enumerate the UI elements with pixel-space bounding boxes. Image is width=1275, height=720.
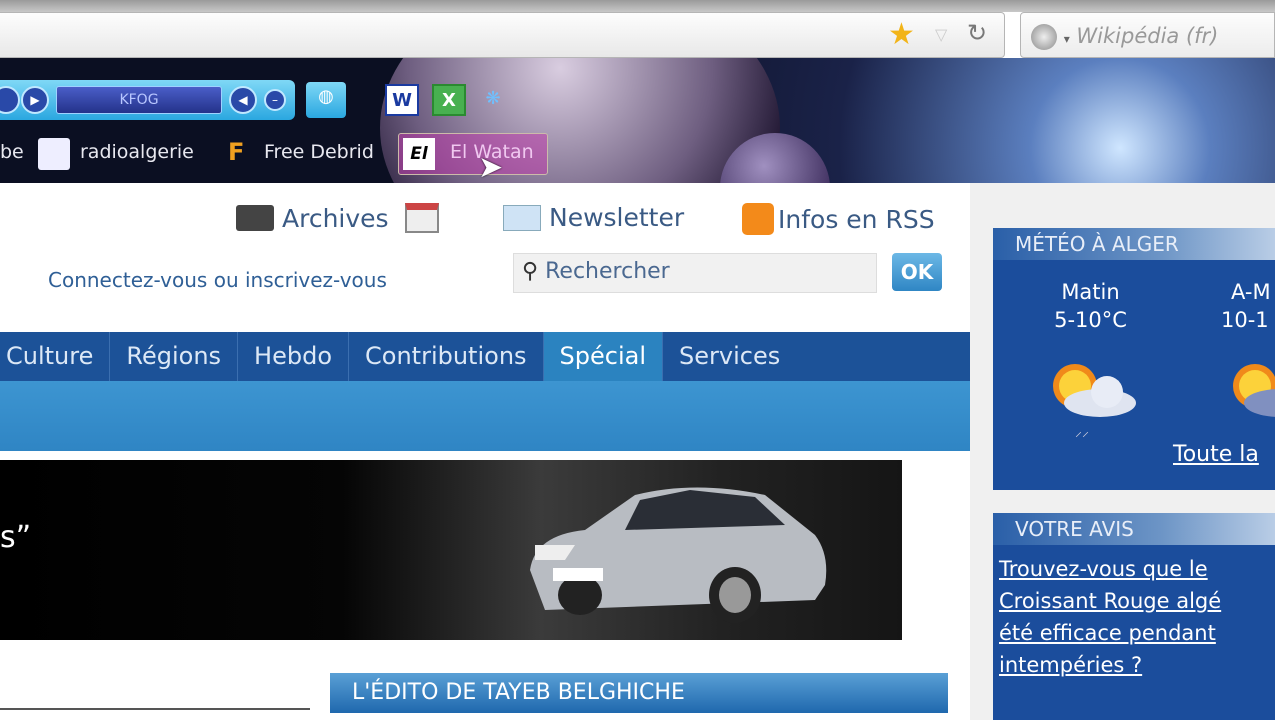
window-top (0, 0, 1275, 12)
nav-hebdo[interactable]: Hebdo (238, 332, 350, 381)
toolbar-area: ▶ KFOG ◀ – ◍ W X ❋ be radioalgerie F Fre… (0, 58, 1275, 183)
bookmark-radioalgerie[interactable]: radioalgerie (80, 141, 194, 163)
folder-icon (236, 205, 274, 231)
address-bar[interactable]: ★ ▽ ↻ (0, 12, 1005, 58)
search-ok-button[interactable]: OK (892, 253, 942, 291)
bookmark-free-debrid[interactable]: Free Debrid (264, 141, 374, 163)
wikipedia-icon (1031, 24, 1057, 50)
radioalgerie-icon (38, 138, 70, 170)
poll-line[interactable]: intempéries ? (993, 649, 1275, 681)
login-link[interactable]: Connectez-vous ou inscrivez-vous (48, 268, 387, 292)
main-nav: Culture Régions Hebdo Contributions Spéc… (0, 332, 970, 381)
volume-button[interactable]: ◀ (229, 86, 257, 114)
elwatan-icon: El (403, 138, 435, 170)
rss-icon (742, 203, 774, 235)
archives-link[interactable]: Archives (236, 203, 439, 233)
divider (0, 708, 310, 710)
period-temp: 10-1 (1221, 308, 1269, 332)
car-image (530, 487, 827, 623)
mouse-cursor-icon: ➤ (478, 150, 504, 183)
archives-label: Archives (282, 203, 389, 233)
poll-line[interactable]: été efficace pendant (993, 617, 1275, 649)
globe-icon[interactable]: ◍ (306, 82, 346, 118)
station-display[interactable]: KFOG (56, 86, 222, 114)
meteo-afternoon: A-M 10-1 (1213, 280, 1275, 332)
poll-question[interactable]: Trouvez-vous que le Croissant Rouge algé… (993, 545, 1275, 681)
sun-cloud-rain-icon (1233, 364, 1275, 417)
poll-line[interactable]: Croissant Rouge algé (993, 585, 1275, 617)
play-button[interactable]: ▶ (21, 86, 49, 114)
period-temp: 5-10°C (1054, 308, 1127, 332)
bookmark-be[interactable]: be (0, 141, 24, 163)
excel-icon[interactable]: X (432, 84, 466, 116)
meteo-more-link[interactable]: Toute la (1173, 442, 1259, 467)
calendar-icon[interactable] (404, 203, 439, 233)
chevron-down-icon[interactable]: ▾ (1064, 32, 1070, 46)
poll-widget: VOTRE AVIS Trouvez-vous que le Croissant… (993, 513, 1275, 720)
sub-nav (0, 381, 970, 451)
poll-title: VOTRE AVIS (993, 513, 1275, 545)
banner-quote: s” (0, 520, 32, 555)
envelope-icon (503, 204, 541, 231)
nav-regions[interactable]: Régions (110, 332, 239, 381)
nav-contributions[interactable]: Contributions (349, 332, 544, 381)
word-icon[interactable]: W (385, 84, 419, 116)
bookmark-star-icon[interactable]: ★ (888, 17, 915, 52)
search-engine-box[interactable]: ▾ Wikipédia (fr) (1020, 12, 1275, 58)
nav-services[interactable]: Services (663, 332, 796, 381)
messenger-icon[interactable]: ❋ (476, 84, 510, 116)
nav-culture[interactable]: Culture (0, 332, 111, 381)
reload-icon[interactable]: ↻ (967, 19, 987, 47)
minimize-player-button[interactable]: – (264, 89, 286, 111)
sun-cloud-rain-icon: ⸝⸝ (1053, 364, 1136, 438)
search-placeholder: Rechercher (545, 259, 670, 284)
rss-label: Infos en RSS (778, 204, 935, 234)
newsletter-link[interactable]: Newsletter (503, 203, 684, 232)
search-icon: ⚲ (522, 259, 539, 284)
meteo-morning: Matin 5-10°C (1033, 280, 1148, 332)
rss-link[interactable]: Infos en RSS (742, 203, 935, 235)
nav-special[interactable]: Spécial (543, 332, 664, 381)
dropdown-arrow-icon[interactable]: ▽ (935, 25, 947, 44)
search-engine-name: Wikipédia (fr) (1076, 24, 1219, 48)
search-input[interactable]: ⚲ Rechercher (513, 253, 877, 293)
period-label: Matin (1061, 280, 1120, 304)
poll-line[interactable]: Trouvez-vous que le (993, 545, 1275, 585)
svg-text:⸝⸝: ⸝⸝ (1075, 424, 1089, 438)
newsletter-label: Newsletter (549, 203, 685, 232)
freedebrid-icon: F (228, 138, 245, 166)
edito-header: L'ÉDITO DE TAYEB BELGHICHE (330, 673, 948, 713)
period-label: A-M (1231, 280, 1271, 304)
meteo-widget: MÉTÉO À ALGER Matin 5-10°C A-M 10-1 ⸝⸝ T… (993, 228, 1275, 490)
meteo-title: MÉTÉO À ALGER (993, 228, 1275, 260)
